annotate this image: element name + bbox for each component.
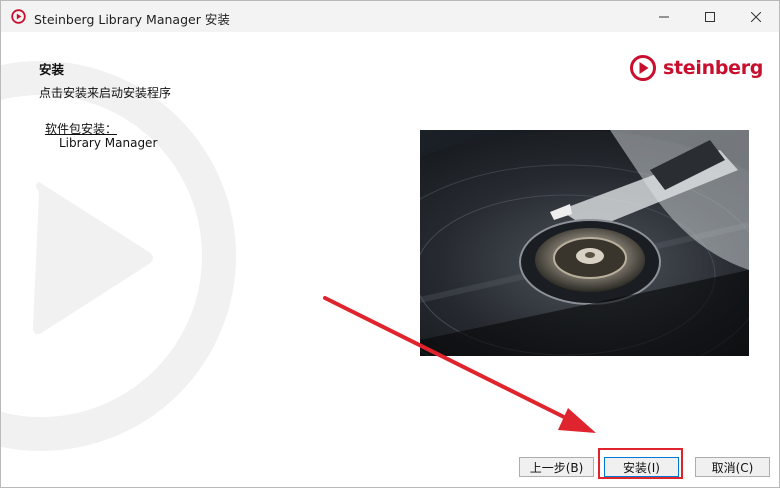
brand-name: steinberg xyxy=(663,57,764,79)
install-highlight-box xyxy=(598,448,683,479)
window-title: Steinberg Library Manager 安装 xyxy=(34,12,230,27)
page-heading: 安装 xyxy=(39,62,65,77)
hard-drive-photo xyxy=(420,130,749,356)
cancel-button[interactable]: 取消(C) xyxy=(695,457,770,477)
package-item: Library Manager xyxy=(59,136,158,150)
maximize-button[interactable] xyxy=(687,1,733,32)
maximize-icon xyxy=(705,11,715,22)
close-icon xyxy=(751,11,761,22)
steinberg-logo: steinberg xyxy=(629,53,763,83)
page-subheading: 点击安装来启动安装程序 xyxy=(39,86,172,100)
steinberg-app-icon xyxy=(11,9,26,24)
minimize-icon xyxy=(659,16,669,17)
title-bar: Steinberg Library Manager 安装 xyxy=(1,1,779,32)
steinberg-logo-icon xyxy=(630,55,656,81)
minimize-button[interactable] xyxy=(641,1,687,32)
back-button[interactable]: 上一步(B) xyxy=(519,457,594,477)
close-button[interactable] xyxy=(733,1,779,32)
installer-window: Steinberg Library Manager 安装 安装 点击安装来启动安… xyxy=(0,0,780,488)
package-list-label: 软件包安装： xyxy=(45,122,118,136)
